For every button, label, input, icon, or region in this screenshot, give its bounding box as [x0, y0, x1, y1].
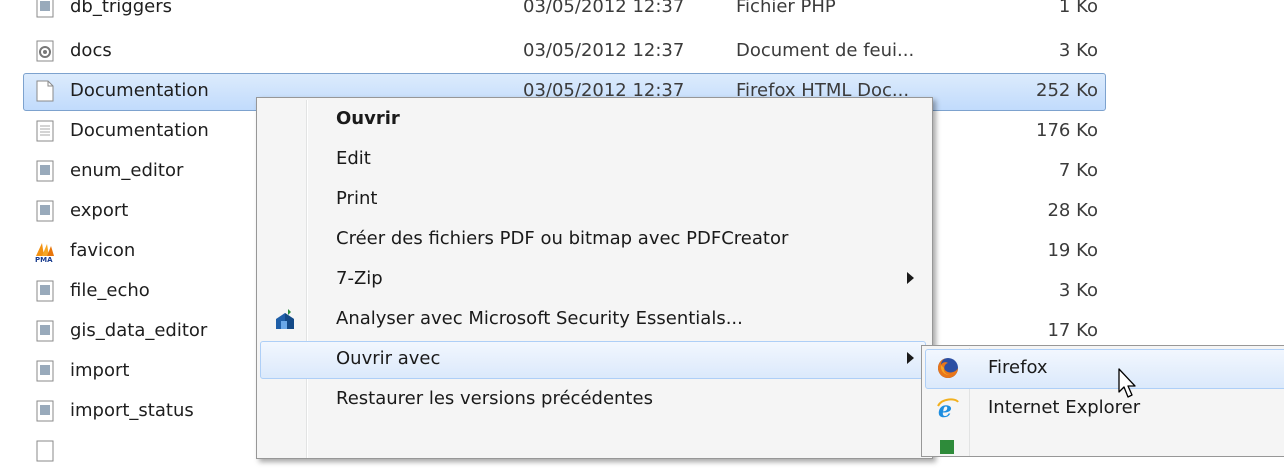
- text-file-icon: [34, 120, 56, 142]
- menu-item-ouvrir-avec[interactable]: Ouvrir avec: [260, 340, 928, 379]
- file-date: 03/05/2012 12:37: [523, 0, 685, 17]
- file-name: export: [70, 200, 129, 221]
- menu-item-label: Firefox: [988, 357, 1048, 378]
- php-file-icon: [34, 360, 56, 382]
- file-size: 176 Ko: [1036, 120, 1098, 141]
- php-file-icon: [34, 400, 56, 422]
- php-file-icon: [34, 320, 56, 342]
- file-name: enum_editor: [70, 160, 184, 181]
- file-name: Documentation: [70, 120, 209, 141]
- firefox-icon: [936, 356, 960, 380]
- file-row-docs[interactable]: docs 03/05/2012 12:37 Document de feui..…: [0, 32, 1284, 70]
- file-name: import_status: [70, 400, 194, 421]
- svg-text:PMA: PMA: [35, 256, 53, 262]
- file-size: 17 Ko: [1047, 320, 1098, 341]
- open-with-submenu: Firefox e Internet Explorer: [921, 345, 1284, 457]
- php-file-icon: [34, 280, 56, 302]
- file-name: db_triggers: [70, 0, 173, 17]
- menu-item-7zip[interactable]: 7-Zip: [260, 260, 928, 298]
- file-size: 28 Ko: [1047, 200, 1098, 221]
- file-row-db-triggers[interactable]: db_triggers 03/05/2012 12:37 Fichier PHP…: [0, 0, 1284, 26]
- mouse-cursor-icon: [1118, 368, 1140, 400]
- menu-item-ouvrir[interactable]: Ouvrir: [260, 100, 928, 138]
- css-file-icon: [34, 40, 56, 62]
- php-file-icon: [34, 0, 56, 18]
- submenu-item-firefox[interactable]: Firefox: [925, 348, 1284, 389]
- blank-file-icon: [34, 80, 56, 102]
- menu-item-label: Internet Explorer: [988, 397, 1141, 418]
- menu-item-label: 7-Zip: [336, 268, 383, 289]
- file-name: docs: [70, 40, 112, 61]
- file-size: 3 Ko: [1058, 40, 1098, 61]
- menu-item-label: Analyser avec Microsoft Security Essenti…: [336, 308, 743, 329]
- submenu-item-internet-explorer[interactable]: e Internet Explorer: [925, 388, 1284, 428]
- file-name: Documentation: [70, 80, 209, 101]
- submenu-item-partial[interactable]: [925, 428, 1284, 468]
- file-name: import: [70, 360, 130, 381]
- menu-item-label: Restaurer les versions précédentes: [336, 388, 653, 409]
- file-name: gis_data_editor: [70, 320, 208, 341]
- php-file-icon: [34, 440, 56, 462]
- menu-hover-highlight: [925, 349, 1284, 389]
- file-size: 3 Ko: [1058, 280, 1098, 301]
- context-menu: Ouvrir Edit Print Créer des fichiers PDF…: [256, 97, 933, 459]
- file-type: Fichier PHP: [736, 0, 836, 17]
- file-size: 7 Ko: [1058, 160, 1098, 181]
- menu-item-label: Créer des fichiers PDF ou bitmap avec PD…: [336, 228, 789, 249]
- file-date: 03/05/2012 12:37: [523, 40, 685, 61]
- file-size: 1 Ko: [1058, 0, 1098, 17]
- menu-item-edit[interactable]: Edit: [260, 140, 928, 178]
- menu-item-label: Edit: [336, 148, 371, 169]
- file-type: Document de feui...: [736, 40, 915, 61]
- security-essentials-icon: [273, 307, 297, 331]
- php-file-icon: [34, 200, 56, 222]
- menu-item-restaurer-versions[interactable]: Restaurer les versions précédentes: [260, 380, 928, 418]
- file-name: favicon: [70, 240, 136, 261]
- submenu-arrow-icon: [907, 272, 914, 284]
- menu-item-security-essentials[interactable]: Analyser avec Microsoft Security Essenti…: [260, 300, 928, 338]
- menu-item-label: Ouvrir avec: [336, 348, 441, 369]
- menu-item-print[interactable]: Print: [260, 180, 928, 218]
- menu-item-label: Ouvrir: [336, 108, 400, 129]
- file-size: 252 Ko: [1036, 80, 1098, 101]
- menu-item-pdfcreator[interactable]: Créer des fichiers PDF ou bitmap avec PD…: [260, 220, 928, 258]
- menu-item-label: Print: [336, 188, 378, 209]
- file-name: file_echo: [70, 280, 150, 301]
- pma-favicon-icon: PMA: [34, 240, 56, 264]
- submenu-arrow-icon: [907, 352, 914, 364]
- app-icon: [936, 436, 960, 460]
- file-size: 19 Ko: [1047, 240, 1098, 261]
- php-file-icon: [34, 160, 56, 182]
- internet-explorer-icon: e: [936, 396, 960, 423]
